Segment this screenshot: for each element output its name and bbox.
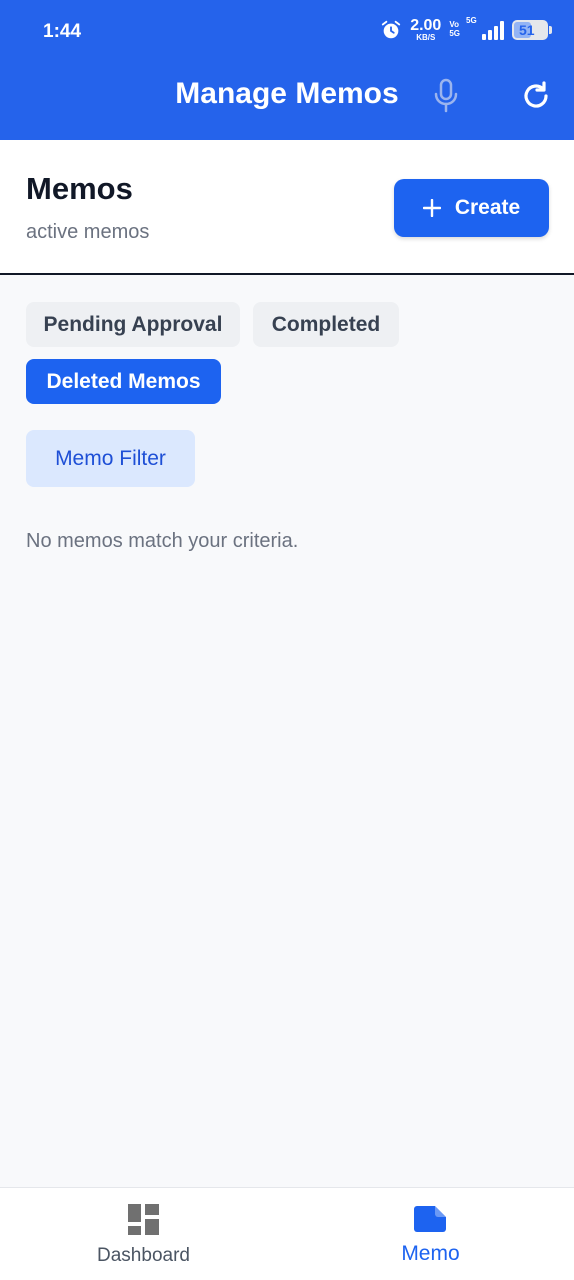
nav-memo[interactable]: Memo xyxy=(287,1188,574,1280)
bottom-nav: Dashboard Memo xyxy=(0,1187,574,1280)
empty-state-message: No memos match your criteria. xyxy=(26,530,299,552)
memo-icon xyxy=(414,1206,446,1232)
tab-deleted-memos[interactable]: Deleted Memos xyxy=(26,359,221,404)
volte-indicator: Vo 5G xyxy=(449,20,460,39)
tab-completed[interactable]: Completed xyxy=(253,302,399,347)
page-title: Memos xyxy=(26,171,133,206)
app-header: 1:44 2.00 KB/S Vo 5G 5G 51 Manage Memos xyxy=(0,0,574,140)
network-speed: 2.00 KB/S xyxy=(410,18,441,42)
memos-header: Memos active memos Create xyxy=(0,140,574,275)
create-label: Create xyxy=(454,196,521,219)
battery-level: 51 xyxy=(519,22,535,38)
nav-dashboard-label: Dashboard xyxy=(97,1245,190,1266)
memo-filter-button[interactable]: Memo Filter xyxy=(26,430,195,487)
volte-bottom: 5G xyxy=(449,29,460,38)
nav-memo-label: Memo xyxy=(401,1242,460,1265)
app-title: Manage Memos xyxy=(175,77,399,110)
signal-icon: 5G xyxy=(466,16,504,40)
refresh-icon[interactable] xyxy=(520,80,552,112)
net-speed-value: 2.00 xyxy=(410,17,442,34)
status-icons: 2.00 KB/S Vo 5G 5G 51 xyxy=(380,16,552,42)
battery-icon: 51 xyxy=(512,20,552,40)
dashboard-icon xyxy=(128,1204,159,1235)
create-button[interactable]: Create xyxy=(394,179,549,237)
nav-dashboard[interactable]: Dashboard xyxy=(0,1188,287,1280)
mic-icon[interactable] xyxy=(432,78,460,114)
page-subtitle: active memos xyxy=(26,221,150,243)
alarm-icon xyxy=(382,20,401,39)
tab-pending-approval[interactable]: Pending Approval xyxy=(26,302,240,347)
net-speed-unit: KB/S xyxy=(416,33,436,42)
status-time: 1:44 xyxy=(43,21,82,42)
signal-tag: 5G xyxy=(466,16,477,25)
plus-icon xyxy=(422,199,441,217)
